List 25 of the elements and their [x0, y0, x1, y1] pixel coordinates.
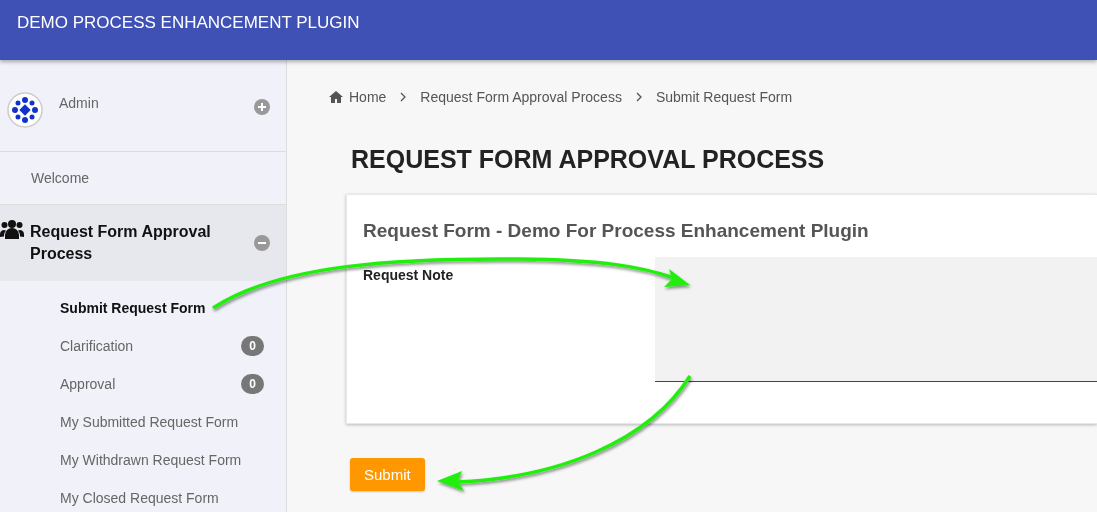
count-badge: 0 [241, 374, 264, 394]
menu-group-header[interactable]: Request Form Approval Process [0, 205, 286, 281]
input-field[interactable] [655, 257, 1097, 382]
breadcrumb-link[interactable]: Request Form Approval Process [420, 89, 622, 105]
minus-icon[interactable] [254, 235, 270, 251]
breadcrumb-link[interactable]: Home [349, 89, 387, 105]
avatar-icon [7, 92, 43, 128]
form-title: Request Form - Demo For Process Enhancement Plugin [363, 220, 870, 242]
app-title: DEMO PROCESS ENHANCEMENT PLUGIN [17, 13, 360, 33]
breadcrumb-link[interactable]: Submit Request Form [655, 89, 793, 105]
menu-item[interactable]: Submit Request Form [60, 300, 264, 316]
chevron-icon [635, 92, 642, 102]
menu-item[interactable]: My Closed Request Form [60, 490, 264, 506]
chevron-icon [400, 92, 407, 102]
menu-item[interactable]: Approval [60, 376, 242, 392]
plus-icon[interactable] [254, 99, 270, 115]
users-icon [0, 217, 24, 241]
field-label: Request Note [363, 267, 454, 283]
menu-item[interactable]: My Withdrawn Request Form [60, 452, 264, 468]
count-badge: 0 [241, 336, 264, 356]
page-title: REQUEST FORM APPROVAL PROCESS [351, 144, 826, 174]
user-name: Admin [59, 95, 100, 111]
menu-item[interactable]: Clarification [60, 338, 242, 354]
menu-item[interactable]: My Submitted Request Form [60, 414, 264, 430]
home-icon[interactable] [329, 91, 343, 103]
